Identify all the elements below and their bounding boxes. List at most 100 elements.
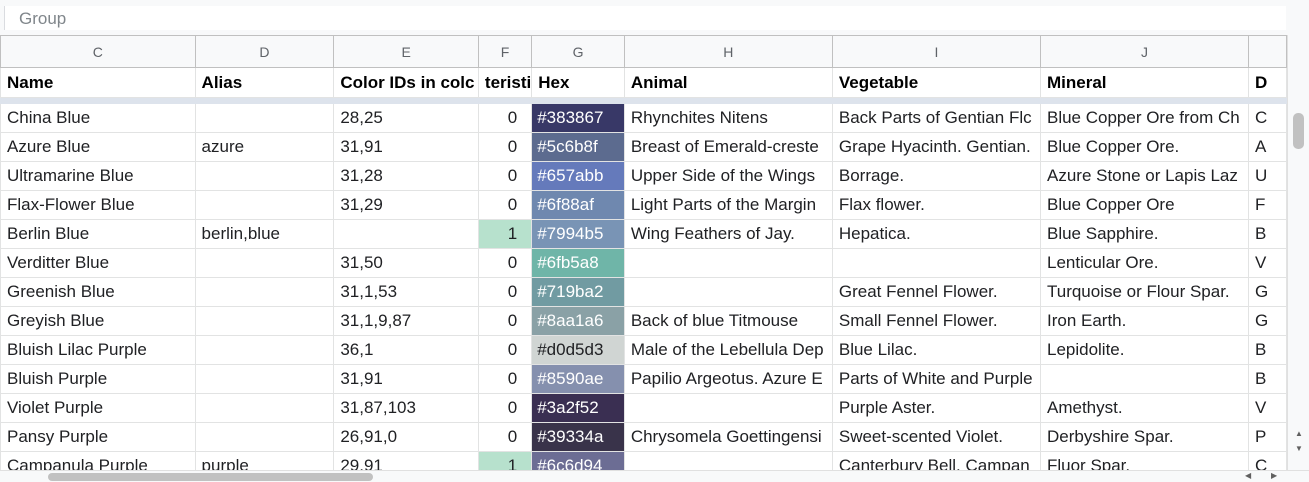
table-cell[interactable]: 0: [477, 248, 533, 278]
table-cell[interactable]: Greyish Blue: [0, 306, 196, 336]
header-cell[interactable]: D: [1248, 67, 1287, 98]
table-cell[interactable]: 31,91: [333, 132, 479, 162]
table-cell[interactable]: Verditter Blue: [0, 248, 196, 278]
table-cell[interactable]: Campanula Purple: [0, 451, 196, 470]
table-cell[interactable]: Azure Blue: [0, 132, 196, 162]
column-header[interactable]: [1248, 35, 1287, 68]
table-cell[interactable]: [194, 306, 335, 336]
header-cell[interactable]: Hex: [531, 67, 625, 98]
table-cell[interactable]: Sweet-scented Violet.: [831, 422, 1041, 452]
hex-cell[interactable]: #657abb: [531, 161, 625, 191]
header-cell[interactable]: Name: [0, 67, 196, 98]
table-cell[interactable]: 0: [477, 364, 533, 394]
table-cell[interactable]: A: [1248, 132, 1287, 162]
hex-cell[interactable]: #6c6d94: [531, 451, 625, 470]
table-cell[interactable]: [1039, 364, 1250, 394]
table-cell[interactable]: Parts of White and Purple: [831, 364, 1041, 394]
table-cell[interactable]: 31,87,103: [333, 393, 479, 423]
table-cell[interactable]: V: [1248, 248, 1287, 278]
table-cell[interactable]: Bluish Lilac Purple: [0, 335, 196, 365]
table-cell[interactable]: P: [1248, 422, 1287, 452]
table-cell[interactable]: Iron Earth.: [1039, 306, 1250, 336]
table-cell[interactable]: 0: [477, 277, 533, 307]
scroll-up-icon[interactable]: ▲: [1295, 429, 1303, 438]
table-cell[interactable]: [333, 219, 479, 249]
hex-cell[interactable]: #3a2f52: [531, 393, 625, 423]
table-cell[interactable]: [194, 161, 335, 191]
table-cell[interactable]: Light Parts of the Margin: [623, 190, 833, 220]
table-cell[interactable]: Breast of Emerald-creste: [623, 132, 833, 162]
table-cell[interactable]: V: [1248, 393, 1287, 423]
table-cell[interactable]: 31,50: [333, 248, 479, 278]
table-cell[interactable]: [831, 248, 1041, 278]
table-cell[interactable]: B: [1248, 219, 1287, 249]
table-cell[interactable]: 0: [477, 190, 533, 220]
table-cell[interactable]: G: [1248, 306, 1287, 336]
hex-cell[interactable]: #8590ae: [531, 364, 625, 394]
table-cell[interactable]: [194, 248, 335, 278]
scroll-right-icon[interactable]: ▶: [1271, 471, 1277, 480]
table-cell[interactable]: 1: [477, 451, 533, 470]
column-header[interactable]: H: [623, 35, 833, 68]
table-cell[interactable]: 0: [477, 335, 533, 365]
table-cell[interactable]: 31,1,53: [333, 277, 479, 307]
table-cell[interactable]: 0: [477, 103, 533, 133]
table-cell[interactable]: Derbyshire Spar.: [1039, 422, 1250, 452]
table-cell[interactable]: China Blue: [0, 103, 196, 133]
header-cell[interactable]: Mineral: [1039, 67, 1250, 98]
table-cell[interactable]: [194, 364, 335, 394]
table-cell[interactable]: 26,91,0: [333, 422, 479, 452]
table-cell[interactable]: B: [1248, 335, 1287, 365]
table-cell[interactable]: [623, 277, 833, 307]
hex-cell[interactable]: #d0d5d3: [531, 335, 625, 365]
hex-cell[interactable]: #5c6b8f: [531, 132, 625, 162]
table-cell[interactable]: Amethyst.: [1039, 393, 1250, 423]
table-cell[interactable]: 0: [477, 393, 533, 423]
table-cell[interactable]: Great Fennel Flower.: [831, 277, 1041, 307]
table-cell[interactable]: Bluish Purple: [0, 364, 196, 394]
table-cell[interactable]: [623, 393, 833, 423]
table-cell[interactable]: [194, 190, 335, 220]
table-cell[interactable]: Flax-Flower Blue: [0, 190, 196, 220]
table-cell[interactable]: [623, 248, 833, 278]
table-cell[interactable]: 0: [477, 306, 533, 336]
hex-cell[interactable]: #6f88af: [531, 190, 625, 220]
table-cell[interactable]: Azure Stone or Lapis Laz: [1039, 161, 1250, 191]
table-cell[interactable]: U: [1248, 161, 1287, 191]
table-cell[interactable]: Upper Side of the Wings: [623, 161, 833, 191]
table-cell[interactable]: Chrysomela Goettingensi: [623, 422, 833, 452]
hex-cell[interactable]: #39334a: [531, 422, 625, 452]
table-cell[interactable]: azure: [194, 132, 335, 162]
column-header[interactable]: F: [477, 35, 533, 68]
table-cell[interactable]: [194, 422, 335, 452]
vertical-scroll-thumb[interactable]: [1293, 113, 1304, 149]
table-cell[interactable]: 31,28: [333, 161, 479, 191]
table-cell[interactable]: Wing Feathers of Jay.: [623, 219, 833, 249]
table-cell[interactable]: B: [1248, 364, 1287, 394]
table-cell[interactable]: Greenish Blue: [0, 277, 196, 307]
hex-cell[interactable]: #7994b5: [531, 219, 625, 249]
header-cell[interactable]: teristi: [477, 67, 533, 98]
hex-cell[interactable]: #719ba2: [531, 277, 625, 307]
horizontal-scrollbar[interactable]: ◀ ▶: [0, 470, 1309, 482]
table-cell[interactable]: G: [1248, 277, 1287, 307]
table-cell[interactable]: 29,91: [333, 451, 479, 470]
table-cell[interactable]: 31,29: [333, 190, 479, 220]
table-cell[interactable]: 0: [477, 422, 533, 452]
table-cell[interactable]: Grape Hyacinth. Gentian.: [831, 132, 1041, 162]
column-header[interactable]: D: [194, 35, 335, 68]
table-cell[interactable]: Pansy Purple: [0, 422, 196, 452]
table-cell[interactable]: Small Fennel Flower.: [831, 306, 1041, 336]
column-header[interactable]: C: [0, 35, 196, 68]
table-cell[interactable]: Flax flower.: [831, 190, 1041, 220]
header-cell[interactable]: Animal: [623, 67, 833, 98]
table-cell[interactable]: Violet Purple: [0, 393, 196, 423]
table-cell[interactable]: Back of blue Titmouse: [623, 306, 833, 336]
table-cell[interactable]: Male of the Lebellula Dep: [623, 335, 833, 365]
table-cell[interactable]: 0: [477, 161, 533, 191]
table-cell[interactable]: 1: [477, 219, 533, 249]
table-cell[interactable]: Lepidolite.: [1039, 335, 1250, 365]
table-cell[interactable]: Rhynchites Nitens: [623, 103, 833, 133]
table-cell[interactable]: berlin,blue: [194, 219, 335, 249]
table-cell[interactable]: C: [1248, 451, 1287, 470]
